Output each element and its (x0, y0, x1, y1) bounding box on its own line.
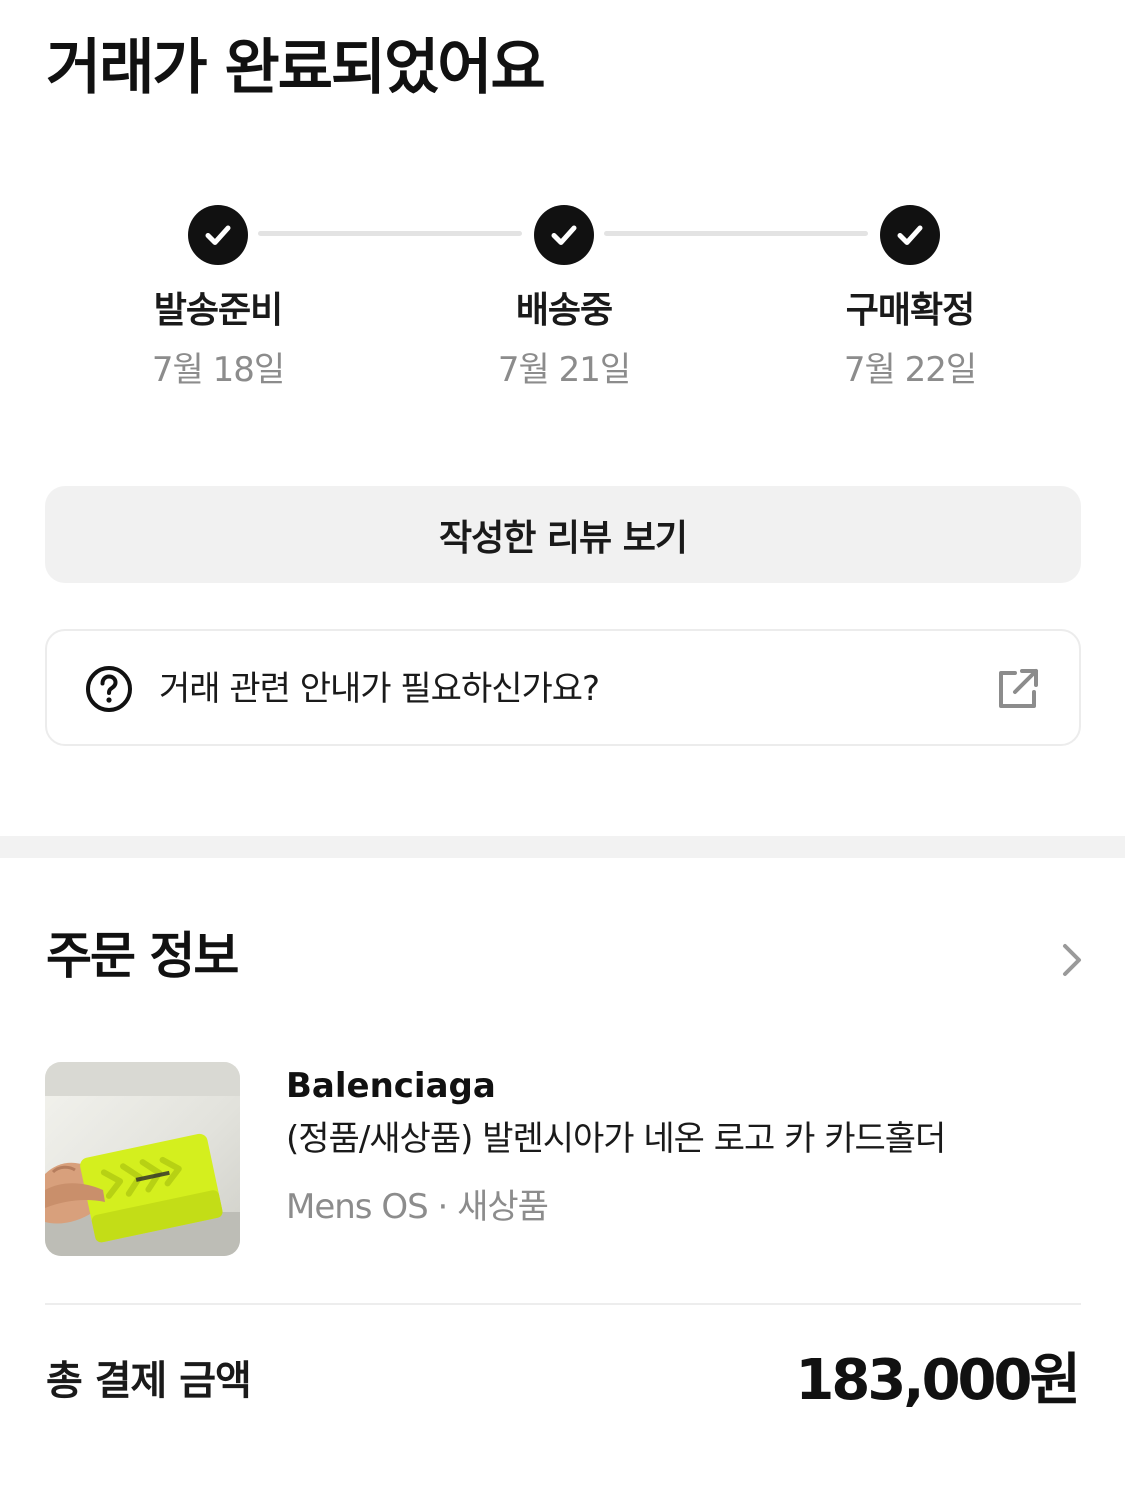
check-icon (188, 205, 248, 265)
step-label: 배송중 (515, 290, 613, 331)
step-purchase-confirmed: 구매확정 7월 22일 (780, 200, 1040, 393)
step-date: 7월 22일 (843, 350, 977, 390)
product-title[interactable]: (정품/새상품) 발렌시아가 네온 로고 카 카드홀더 (286, 1116, 946, 1162)
chevron-right-icon[interactable] (1055, 940, 1089, 980)
total-payment-amount: 183,000원 (795, 1348, 1081, 1413)
check-icon (534, 205, 594, 265)
step-label: 발송준비 (153, 290, 283, 331)
product-thumbnail[interactable] (45, 1062, 240, 1256)
help-text: 거래 관련 안내가 필요하신가요? (159, 669, 600, 709)
order-progress-stepper: 발송준비 7월 18일 배송중 7월 21일 구매확정 7월 22일 (0, 200, 1125, 400)
external-link-icon (999, 669, 1038, 708)
step-date: 7월 18일 (151, 350, 285, 390)
order-info-title: 주문 정보 (46, 927, 239, 985)
step-shipping-ready: 발송준비 7월 18일 (88, 200, 348, 393)
step-label: 구매확정 (845, 290, 975, 331)
view-review-button[interactable]: 작성한 리뷰 보기 (45, 486, 1081, 583)
section-divider (0, 836, 1125, 858)
check-icon (880, 205, 940, 265)
product-meta: Mens OS · 새상품 (286, 1187, 549, 1227)
page-title: 거래가 완료되었어요 (46, 33, 546, 103)
total-payment-label: 총 결제 금액 (46, 1358, 252, 1404)
row-divider (45, 1303, 1081, 1305)
question-circle-icon (86, 666, 132, 712)
trade-complete-screen: 거래가 완료되었어요 발송준비 7월 18일 배송중 7월 21일 구매확정 7… (0, 0, 1125, 1497)
trade-help-link[interactable]: 거래 관련 안내가 필요하신가요? (45, 629, 1081, 746)
product-brand: Balenciaga (286, 1066, 496, 1106)
step-date: 7월 21일 (497, 350, 631, 390)
step-in-delivery: 배송중 7월 21일 (434, 200, 694, 393)
